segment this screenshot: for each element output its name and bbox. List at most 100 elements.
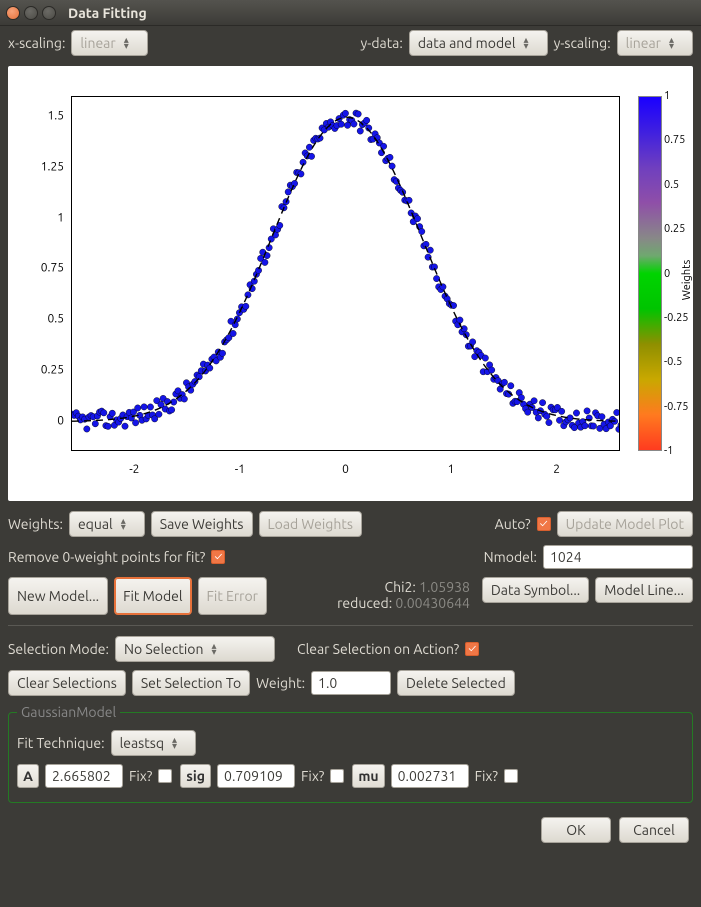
clear-on-action-checkbox[interactable] xyxy=(465,642,479,656)
y-tick: 0.5 xyxy=(16,313,64,326)
updown-icon: ▴▾ xyxy=(211,643,216,655)
param-name-A: A xyxy=(17,764,39,788)
window-controls xyxy=(6,6,56,20)
weights-label: Weights: xyxy=(8,516,63,532)
param-fix-checkbox-A[interactable] xyxy=(158,769,172,783)
maximize-icon[interactable] xyxy=(42,6,56,20)
x-tick: -1 xyxy=(235,463,245,476)
chi2-value: 1.05938 xyxy=(419,579,470,595)
selection-mode-select[interactable]: No Selection ▴▾ xyxy=(115,636,275,662)
selection-mode-row: Selection Mode: No Selection ▴▾ Clear Se… xyxy=(0,632,701,666)
colorbar-tick: 1 xyxy=(664,90,670,102)
x-scaling-label: x-scaling: xyxy=(8,35,65,51)
y-scaling-value: linear xyxy=(626,35,661,51)
gaussian-legend: GaussianModel xyxy=(17,704,120,720)
close-icon[interactable] xyxy=(6,6,20,20)
colorbar-tick: -0.25 xyxy=(664,312,689,324)
x-scaling-value: linear xyxy=(80,35,115,51)
load-weights-button[interactable]: Load Weights xyxy=(259,511,362,537)
clear-selections-button[interactable]: Clear Selections xyxy=(8,670,126,696)
y-tick: 0 xyxy=(16,414,64,427)
save-weights-button[interactable]: Save Weights xyxy=(151,511,253,537)
main-plot: 0 0.25 0.5 0.75 1 1.25 1.5 -2 -1 0 1 2 xyxy=(16,86,630,481)
colorbar-tick: -0.5 xyxy=(664,356,682,368)
x-scaling-select[interactable]: linear ▴▾ xyxy=(71,30,147,56)
cancel-button[interactable]: Cancel xyxy=(619,817,689,843)
titlebar: Data Fitting xyxy=(0,0,701,26)
weight-input[interactable] xyxy=(311,671,391,695)
new-model-button[interactable]: New Model... xyxy=(8,577,108,615)
param-fix-checkbox-mu[interactable] xyxy=(504,769,518,783)
ok-button[interactable]: OK xyxy=(541,817,611,843)
colorbar: -1-0.75-0.5-0.2500.250.50.751 Weights xyxy=(630,86,685,481)
selection-actions-row: Clear Selections Set Selection To Weight… xyxy=(0,666,701,700)
fit-error-button[interactable]: Fit Error xyxy=(198,577,267,615)
selection-mode-label: Selection Mode: xyxy=(8,641,109,657)
reduced-label: reduced: xyxy=(337,595,392,611)
remove0-label: Remove 0-weight points for fit? xyxy=(8,549,205,565)
fit-technique-select[interactable]: leastsq ▴▾ xyxy=(111,730,196,756)
updown-icon: ▴▾ xyxy=(524,37,529,49)
x-tick: 1 xyxy=(448,463,455,476)
y-tick: 1.25 xyxy=(16,161,64,174)
model-buttons-row: New Model... Fit Model Fit Error Chi2: 1… xyxy=(0,573,701,619)
colorbar-label: Weights xyxy=(681,259,693,299)
selection-mode-value: No Selection xyxy=(124,641,203,657)
colorbar-tick: -0.75 xyxy=(664,401,689,413)
colorbar-tick: 0.5 xyxy=(664,179,679,191)
colorbar-tick: 0 xyxy=(664,268,670,280)
param-value-mu[interactable] xyxy=(391,764,469,788)
chi2-label: Chi2: xyxy=(385,579,416,595)
y-tick: 0.75 xyxy=(16,262,64,275)
param-fix-label-A: Fix? xyxy=(129,768,152,784)
updown-icon: ▴▾ xyxy=(121,518,126,530)
remove0-row: Remove 0-weight points for fit? Nmodel: xyxy=(0,541,701,573)
y-scaling-select[interactable]: linear ▴▾ xyxy=(617,30,693,56)
param-fix-label-mu: Fix? xyxy=(475,768,498,784)
auto-checkbox[interactable] xyxy=(537,517,551,531)
updown-icon: ▴▾ xyxy=(124,37,129,49)
updown-icon: ▴▾ xyxy=(669,37,674,49)
x-tick: 2 xyxy=(553,463,560,476)
y-tick: 1.5 xyxy=(16,110,64,123)
model-line-button[interactable]: Model Line... xyxy=(595,577,693,603)
y-data-label: y-data: xyxy=(361,35,403,51)
nmodel-label: Nmodel: xyxy=(484,549,537,565)
colorbar-tick: 0.75 xyxy=(664,134,685,146)
fit-model-button[interactable]: Fit Model xyxy=(114,577,191,615)
plot-area: 0 0.25 0.5 0.75 1 1.25 1.5 -2 -1 0 1 2 -1 -0.75 -0.5… xyxy=(8,66,693,501)
colorbar-tick: 0.25 xyxy=(664,223,685,235)
y-tick: 0.25 xyxy=(16,363,64,376)
x-tick: -2 xyxy=(129,463,139,476)
clear-on-action-label: Clear Selection on Action? xyxy=(297,641,459,657)
y-data-select[interactable]: data and model ▴▾ xyxy=(409,30,548,56)
scatter-plot xyxy=(72,97,619,450)
weight-label: Weight: xyxy=(256,675,305,691)
colorbar-tick: -1 xyxy=(664,445,673,457)
set-selection-to-button[interactable]: Set Selection To xyxy=(132,670,250,696)
auto-label: Auto? xyxy=(495,516,531,532)
data-symbol-button[interactable]: Data Symbol... xyxy=(482,577,589,603)
updown-icon: ▴▾ xyxy=(172,737,177,749)
param-value-sig[interactable] xyxy=(217,764,295,788)
y-data-value: data and model xyxy=(418,35,516,51)
update-model-plot-button[interactable]: Update Model Plot xyxy=(557,511,693,537)
y-tick: 1 xyxy=(16,211,64,224)
weights-select[interactable]: equal ▴▾ xyxy=(69,511,145,537)
reduced-value: 0.00430644 xyxy=(395,595,470,611)
param-name-sig: sig xyxy=(180,764,211,788)
x-tick: 0 xyxy=(342,463,349,476)
weights-row: Weights: equal ▴▾ Save Weights Load Weig… xyxy=(0,507,701,541)
fit-technique-label: Fit Technique: xyxy=(17,735,105,751)
param-value-A[interactable] xyxy=(45,764,123,788)
top-controls: x-scaling: linear ▴▾ y-data: data and mo… xyxy=(0,26,701,60)
y-scaling-label: y-scaling: xyxy=(554,35,611,51)
param-fix-checkbox-sig[interactable] xyxy=(330,769,344,783)
param-name-mu: mu xyxy=(352,764,384,788)
dialog-footer: OK Cancel xyxy=(0,807,701,853)
plot-frame xyxy=(71,96,620,451)
nmodel-input[interactable] xyxy=(543,545,693,569)
minimize-icon[interactable] xyxy=(24,6,38,20)
delete-selected-button[interactable]: Delete Selected xyxy=(397,670,515,696)
remove0-checkbox[interactable] xyxy=(211,550,225,564)
